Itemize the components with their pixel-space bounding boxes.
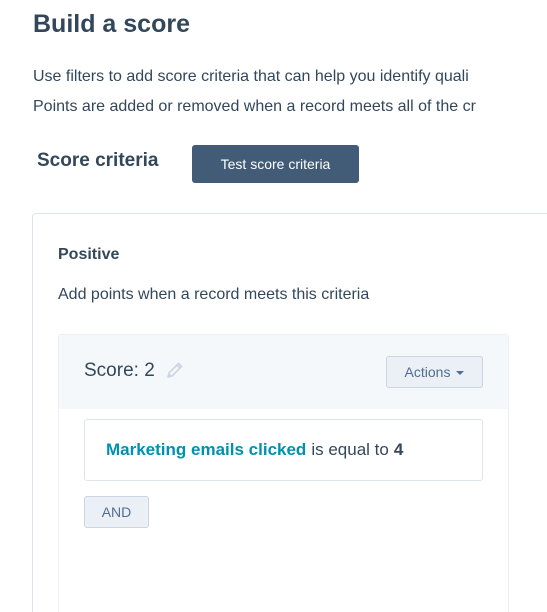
filter-value: 4 [393, 440, 404, 459]
page-title: Build a score [33, 10, 190, 38]
page-description-line-2: Points are added or removed when a recor… [33, 98, 476, 115]
filter-property[interactable]: Marketing emails clicked [106, 440, 306, 460]
caret-down-icon [456, 371, 465, 375]
actions-button-label: Actions [404, 364, 451, 380]
positive-group-description: Add points when a record meets this crit… [58, 286, 370, 303]
pencil-icon[interactable] [165, 360, 185, 380]
score-criteria-heading: Score criteria [37, 150, 159, 171]
build-score-page: Build a score Use filters to add score c… [0, 0, 547, 612]
actions-dropdown-button[interactable]: Actions [386, 356, 483, 388]
filter-operator: is equal to [311, 440, 389, 459]
positive-group-title: Positive [58, 246, 120, 263]
page-description-line-1: Use filters to add score criteria that c… [33, 68, 469, 85]
and-filter-button[interactable]: AND [84, 496, 149, 528]
filter-criterion[interactable]: Marketing emails clicked is equal to 4 [84, 419, 483, 481]
test-score-criteria-button[interactable]: Test score criteria [192, 145, 359, 183]
score-value-label: Score: 2 [84, 360, 155, 381]
